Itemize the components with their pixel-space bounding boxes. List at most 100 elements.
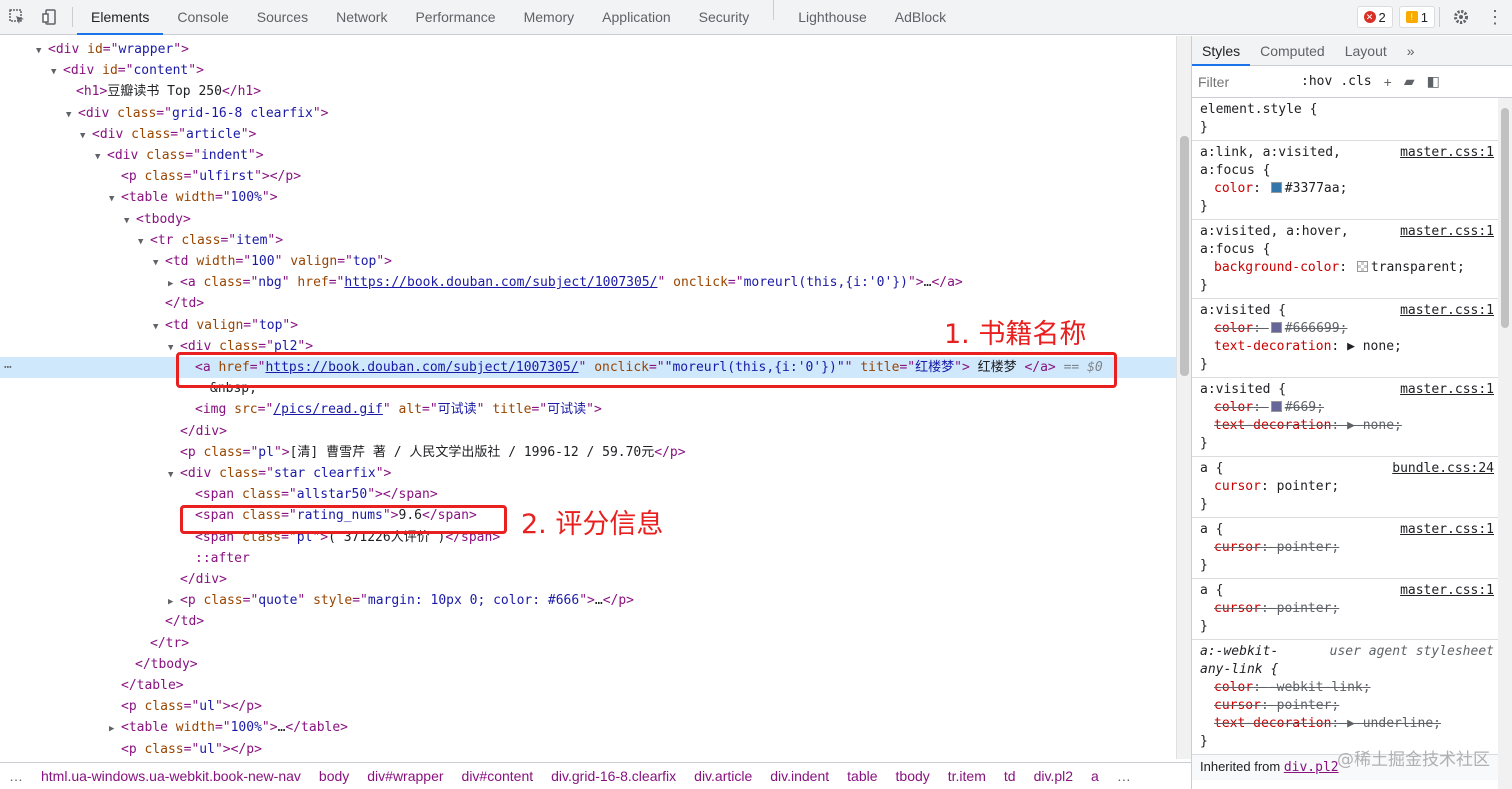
property-name[interactable]: text-decoration: [1214, 716, 1331, 731]
property-value[interactable]: pointer: [1277, 540, 1332, 555]
css-property[interactable]: cursor: pointer;: [1200, 478, 1494, 496]
collapse-arrow-icon[interactable]: ▼: [153, 253, 165, 274]
css-property[interactable]: color: #3377aa;: [1200, 180, 1494, 198]
tab-console[interactable]: Console: [163, 0, 242, 35]
property-value[interactable]: ▶ underline: [1347, 716, 1433, 731]
property-name[interactable]: cursor: [1214, 698, 1261, 713]
styles-scrollbar[interactable]: [1498, 98, 1512, 789]
toggle-sidebar-icon[interactable]: ◧: [1427, 73, 1440, 90]
expand-arrow-icon[interactable]: ▶: [168, 592, 180, 613]
rule-source-link[interactable]: master.css:1: [1400, 521, 1494, 539]
property-name[interactable]: cursor: [1214, 601, 1261, 616]
tab-elements[interactable]: Elements: [77, 0, 164, 35]
breadcrumb-item[interactable]: div.article: [685, 768, 761, 784]
color-swatch-icon[interactable]: [1270, 401, 1282, 412]
rule-source-link[interactable]: bundle.css:24: [1392, 460, 1494, 478]
tree-node[interactable]: ▼ <div class="grid-16-8 clearfix">: [0, 103, 1176, 124]
tab-application[interactable]: Application: [588, 0, 685, 35]
color-swatch-icon[interactable]: [1270, 182, 1282, 193]
property-name[interactable]: background-color: [1214, 260, 1339, 275]
tree-node[interactable]: <p class="ul"></p>: [0, 696, 1176, 717]
css-property[interactable]: cursor: pointer;: [1200, 600, 1494, 618]
tab-styles[interactable]: Styles: [1192, 36, 1251, 66]
tree-node[interactable]: <p class="pl">[清] 曹雪芹 著 / 人民文学出版社 / 1996…: [0, 442, 1176, 463]
tree-node[interactable]: ▼ <div class="article">: [0, 124, 1176, 145]
property-value[interactable]: #666699: [1285, 321, 1340, 336]
expand-arrow-icon[interactable]: ▶: [168, 274, 180, 295]
property-value[interactable]: ▶ none: [1347, 418, 1394, 433]
property-value[interactable]: #3377aa: [1285, 181, 1340, 196]
rule-selector[interactable]: a:focus {: [1200, 241, 1494, 259]
breadcrumb-overflow[interactable]: …: [0, 768, 32, 784]
device-toolbar-icon[interactable]: [34, 0, 68, 35]
property-name[interactable]: color: [1214, 400, 1253, 415]
property-value[interactable]: pointer: [1277, 479, 1332, 494]
tree-node[interactable]: </tr>: [0, 633, 1176, 654]
css-property[interactable]: text-decoration: ▶ underline;: [1200, 715, 1494, 733]
tree-node[interactable]: ▼ <div id="wrapper">: [0, 39, 1176, 60]
collapse-arrow-icon[interactable]: ▼: [36, 41, 48, 62]
css-property[interactable]: color: -webkit-link;: [1200, 679, 1494, 697]
tree-node[interactable]: ▼ <tr class="item">: [0, 230, 1176, 251]
new-style-rule-icon[interactable]: +: [1384, 74, 1392, 90]
tree-node[interactable]: </td>: [0, 611, 1176, 632]
collapse-arrow-icon[interactable]: ▼: [153, 317, 165, 338]
collapse-arrow-icon[interactable]: ▼: [109, 189, 121, 210]
tree-node[interactable]: ▶ <p class="quote" style="margin: 10px 0;…: [0, 590, 1176, 611]
expand-arrow-icon[interactable]: ▶: [109, 719, 121, 740]
breadcrumb-item[interactable]: div#content: [453, 768, 543, 784]
tree-node[interactable]: ▼ <tbody>: [0, 209, 1176, 230]
tab-security[interactable]: Security: [685, 0, 764, 35]
rule-source-link[interactable]: master.css:1: [1400, 381, 1494, 399]
property-name[interactable]: color: [1214, 181, 1253, 196]
class-toggle[interactable]: .cls: [1340, 74, 1371, 89]
property-name[interactable]: cursor: [1214, 479, 1261, 494]
breadcrumb-item[interactable]: div.indent: [761, 768, 838, 784]
collapse-arrow-icon[interactable]: ▼: [138, 232, 150, 253]
property-value[interactable]: #669: [1285, 400, 1316, 415]
property-name[interactable]: text-decoration: [1214, 339, 1331, 354]
paint-bucket-icon[interactable]: ▰: [1404, 73, 1415, 90]
breadcrumb-overflow-end[interactable]: …: [1108, 768, 1140, 784]
breadcrumb-item[interactable]: html.ua-windows.ua-webkit.book-new-nav: [32, 768, 310, 784]
color-swatch-icon[interactable]: [1270, 322, 1282, 333]
tree-node[interactable]: <img src="/pics/read.gif" alt="可试读" titl…: [0, 399, 1176, 420]
tree-node[interactable]: <h1>豆瓣读书 Top 250</h1>: [0, 81, 1176, 102]
css-property[interactable]: color: #666699;: [1200, 320, 1494, 338]
tab-sources[interactable]: Sources: [243, 0, 322, 35]
rule-source-link[interactable]: master.css:1: [1400, 144, 1494, 162]
css-property[interactable]: text-decoration: ▶ none;: [1200, 338, 1494, 356]
tree-node[interactable]: ▼ <div class="indent">: [0, 145, 1176, 166]
tab-adblock[interactable]: AdBlock: [881, 0, 960, 35]
hover-state-toggle[interactable]: :hov: [1301, 74, 1332, 89]
css-property[interactable]: cursor: pointer;: [1200, 697, 1494, 715]
css-property[interactable]: color: #669;: [1200, 399, 1494, 417]
tree-node[interactable]: ▼ <div class="star clearfix">: [0, 463, 1176, 484]
collapse-arrow-icon[interactable]: ▼: [51, 62, 63, 83]
scrollbar-thumb[interactable]: [1180, 136, 1189, 376]
breadcrumb-item[interactable]: table: [838, 768, 886, 784]
node-actions-icon[interactable]: ⋯: [4, 357, 12, 378]
tab-network[interactable]: Network: [322, 0, 401, 35]
property-value[interactable]: transparent: [1371, 260, 1457, 275]
tree-node[interactable]: ::after: [0, 548, 1176, 569]
scrollbar-thumb[interactable]: [1501, 108, 1509, 328]
rule-source-link[interactable]: master.css:1: [1400, 223, 1494, 241]
tab-lighthouse[interactable]: Lighthouse: [784, 0, 881, 35]
breadcrumb-item[interactable]: a: [1082, 768, 1108, 784]
tree-node[interactable]: <p class="ulfirst"></p>: [0, 166, 1176, 187]
styles-filter-input[interactable]: [1198, 70, 1293, 93]
css-property[interactable]: background-color: transparent;: [1200, 259, 1494, 277]
property-value[interactable]: pointer: [1277, 601, 1332, 616]
rule-selector[interactable]: element.style {: [1200, 101, 1494, 119]
css-property[interactable]: text-decoration: ▶ none;: [1200, 417, 1494, 435]
tree-node[interactable]: ▶ <table width="100%">…</table>: [0, 717, 1176, 738]
breadcrumb-item[interactable]: td: [995, 768, 1025, 784]
collapse-arrow-icon[interactable]: ▼: [168, 465, 180, 486]
tab-memory[interactable]: Memory: [510, 0, 589, 35]
tab-layout[interactable]: Layout: [1335, 36, 1397, 66]
css-property[interactable]: cursor: pointer;: [1200, 539, 1494, 557]
collapse-arrow-icon[interactable]: ▼: [66, 105, 78, 126]
elements-tree[interactable]: ▼ <div id="wrapper"> ▼ <div id="content"> <h…: [0, 36, 1176, 759]
property-value[interactable]: pointer: [1277, 698, 1332, 713]
